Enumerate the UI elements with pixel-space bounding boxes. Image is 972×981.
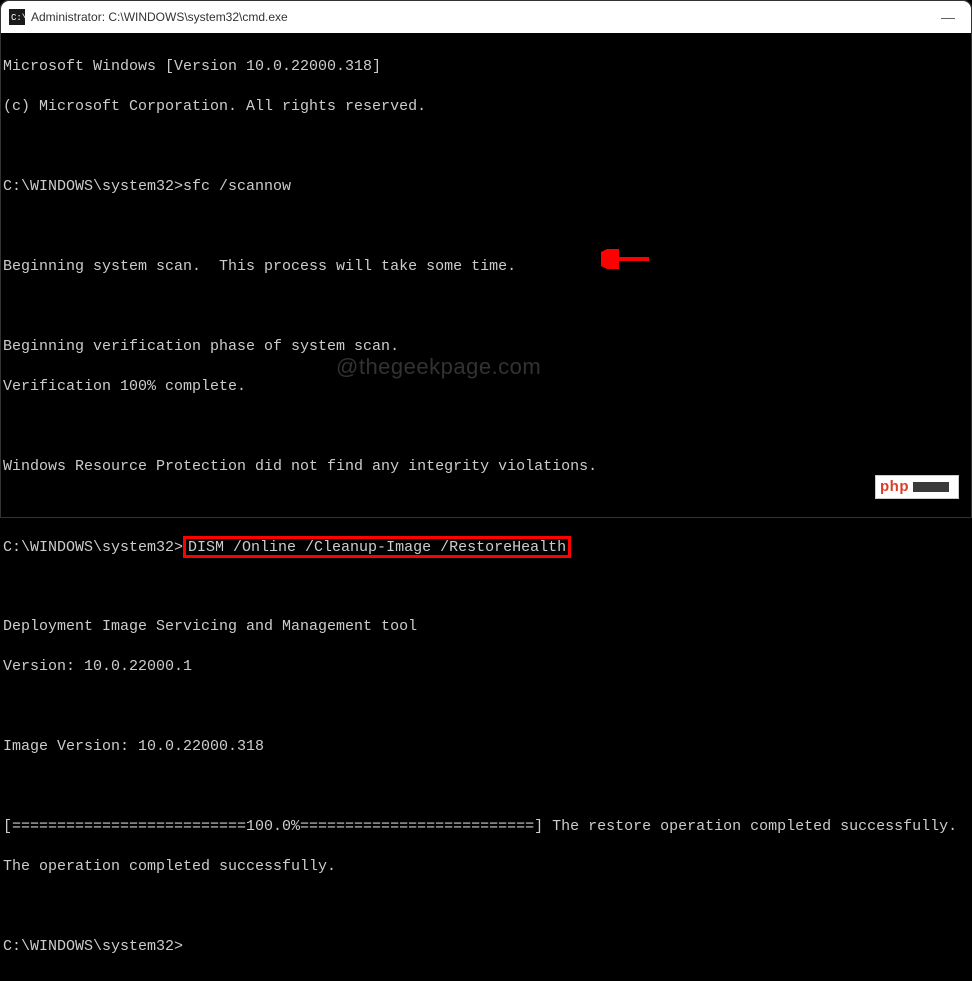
output-line: Verification 100% complete. <box>3 377 971 397</box>
output-line: Version: 10.0.22000.1 <box>3 657 971 677</box>
prompt-path: C:\WINDOWS\system32> <box>3 178 183 195</box>
titlebar: C:\ Administrator: C:\WINDOWS\system32\c… <box>1 1 971 33</box>
window-title: Administrator: C:\WINDOWS\system32\cmd.e… <box>31 7 288 27</box>
prompt-path: C:\WINDOWS\system32> <box>3 938 183 955</box>
prompt-line: C:\WINDOWS\system32> DISM /Online /Cleanu… <box>3 537 971 557</box>
blank-line <box>3 137 971 157</box>
blank-line <box>3 577 971 597</box>
output-line: Windows Resource Protection did not find… <box>3 457 971 477</box>
prompt-line: C:\WINDOWS\system32> <box>3 937 971 957</box>
output-line: Deployment Image Servicing and Managemen… <box>3 617 971 637</box>
blank-line <box>3 697 971 717</box>
command-text: sfc /scannow <box>183 178 291 195</box>
output-line: Image Version: 10.0.22000.318 <box>3 737 971 757</box>
blank-line <box>3 777 971 797</box>
blank-line <box>3 897 971 917</box>
site-badge: php <box>875 475 959 499</box>
prompt-path: C:\WINDOWS\system32> <box>3 539 183 556</box>
output-line: (c) Microsoft Corporation. All rights re… <box>3 97 971 117</box>
output-line: [==========================100.0%=======… <box>3 817 971 837</box>
blank-line <box>3 217 971 237</box>
cmd-icon: C:\ <box>9 9 25 25</box>
svg-text:C:\: C:\ <box>11 13 25 23</box>
output-line: Beginning system scan. This process will… <box>3 257 971 277</box>
terminal-output[interactable]: Microsoft Windows [Version 10.0.22000.31… <box>1 33 971 981</box>
badge-stripe <box>913 482 949 492</box>
blank-line <box>3 497 971 517</box>
command-text: DISM /Online /Cleanup-Image /RestoreHeal… <box>188 539 566 556</box>
minimize-button[interactable]: — <box>933 6 963 28</box>
output-line: Beginning verification phase of system s… <box>3 337 971 357</box>
blank-line <box>3 297 971 317</box>
badge-label: php <box>876 477 913 497</box>
prompt-line: C:\WINDOWS\system32>sfc /scannow <box>3 177 971 197</box>
highlighted-command: DISM /Online /Cleanup-Image /RestoreHeal… <box>183 536 571 558</box>
blank-line <box>3 417 971 437</box>
output-line: The operation completed successfully. <box>3 857 971 877</box>
output-line: Microsoft Windows [Version 10.0.22000.31… <box>3 57 971 77</box>
